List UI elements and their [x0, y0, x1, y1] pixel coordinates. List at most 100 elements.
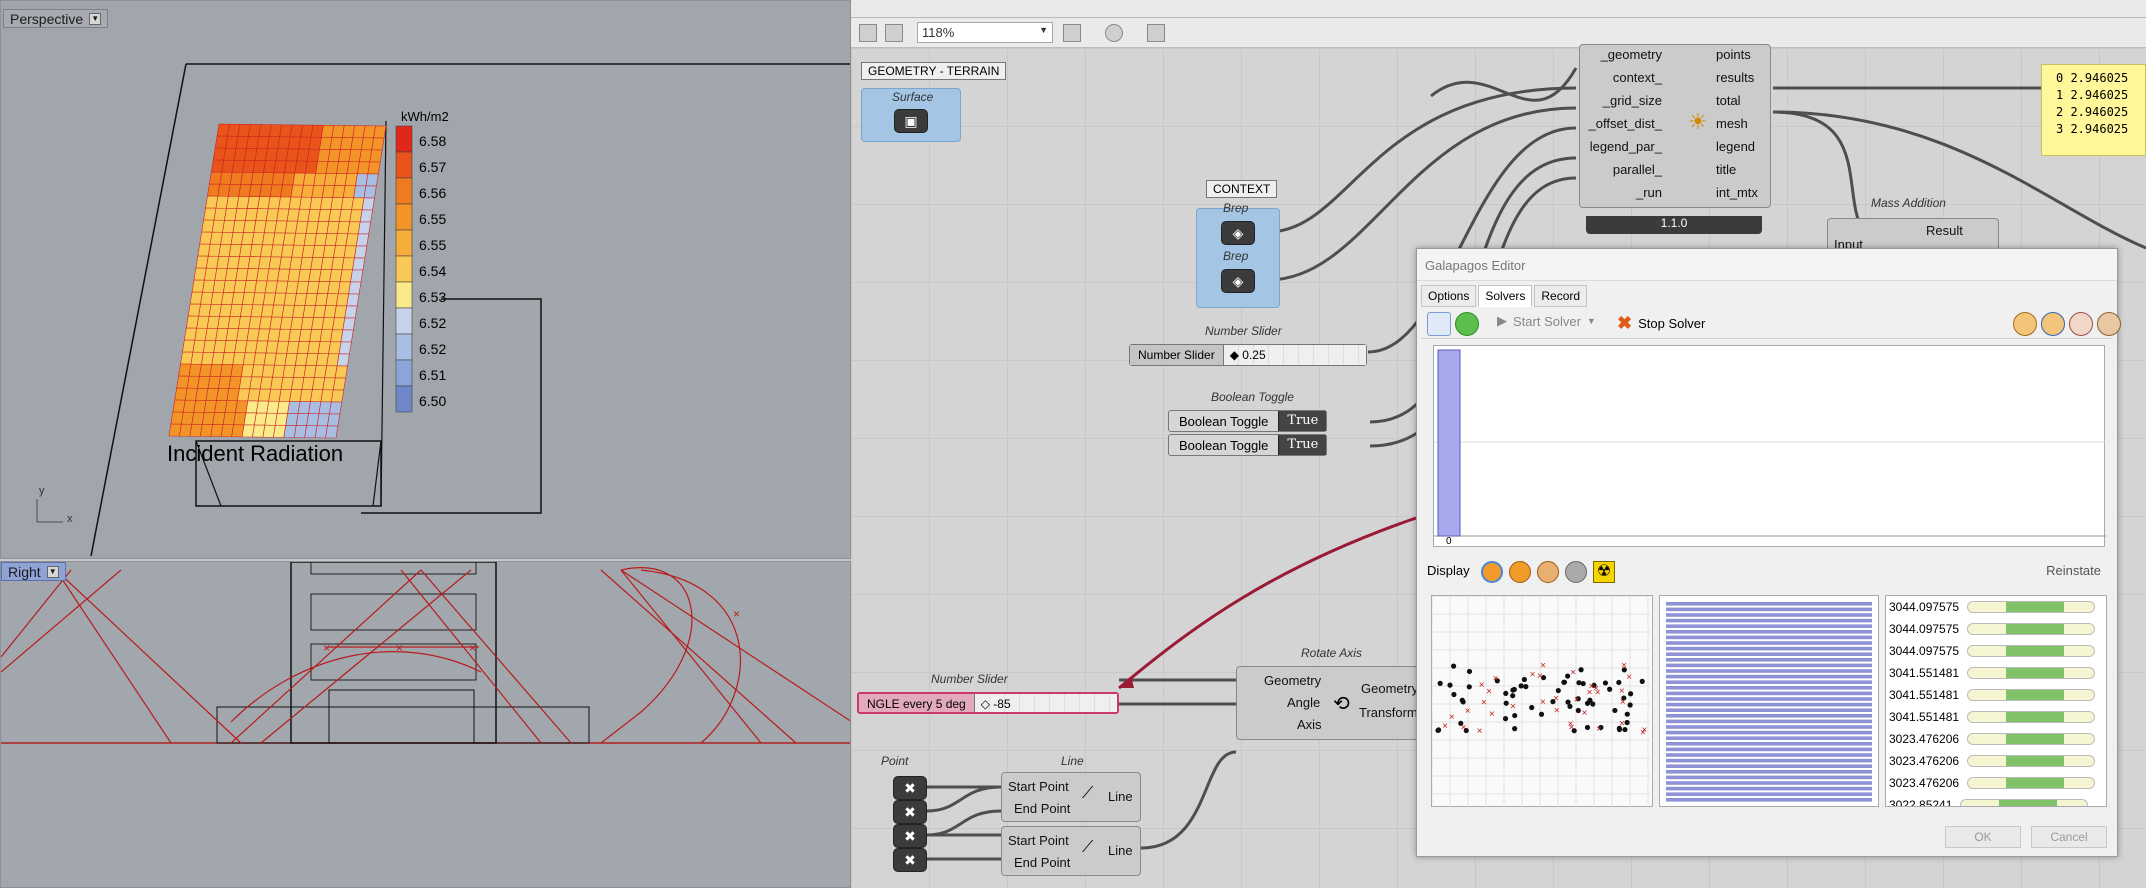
fitness-row[interactable]: 3023.476206: [1886, 750, 2106, 772]
rotate-axis-component[interactable]: Geometry Angle Axis ⟲ Geometry Transform: [1236, 666, 1432, 740]
fitness-row[interactable]: 3023.476206: [1886, 728, 2106, 750]
right-viewport[interactable]: × × × × Right ▼: [0, 561, 851, 888]
gauge-icon[interactable]: [2013, 312, 2037, 336]
line-component-2[interactable]: Start Point End Point ⟋ Line: [1001, 826, 1141, 876]
display-mode-icon[interactable]: [1509, 561, 1531, 583]
ladybug-input-port[interactable]: _grid_size: [1603, 93, 1662, 108]
gauge-icon[interactable]: [2069, 312, 2093, 336]
mass-addition-output[interactable]: Result: [1926, 223, 1963, 238]
line-output[interactable]: Line: [1108, 789, 1133, 804]
perspective-tab[interactable]: Perspective ▼: [3, 9, 109, 28]
toggle-value[interactable]: True: [1278, 411, 1327, 431]
rotate-input-axis[interactable]: Axis: [1297, 717, 1322, 732]
fitness-row[interactable]: 3041.551481: [1886, 706, 2106, 728]
line-component-1[interactable]: Start Point End Point ⟋ Line: [1001, 772, 1141, 822]
legend-swatches: [395, 125, 413, 413]
ladybug-output-port[interactable]: mesh: [1716, 116, 1748, 131]
fitness-row[interactable]: 3023.476206: [1886, 772, 2106, 794]
rotate-input-angle[interactable]: Angle: [1287, 695, 1320, 710]
line-input-start[interactable]: Start Point: [1008, 779, 1069, 794]
rotate-input-geometry[interactable]: Geometry: [1264, 673, 1321, 688]
line-input-start[interactable]: Start Point: [1008, 833, 1069, 848]
ladybug-input-port[interactable]: context_: [1613, 70, 1662, 85]
save-file-icon[interactable]: [885, 24, 903, 42]
ladybug-input-port[interactable]: _run: [1636, 185, 1662, 200]
point-param-icon[interactable]: ✖: [893, 776, 927, 800]
fitness-row[interactable]: 3022.85241: [1886, 794, 2106, 806]
sketch-brush-icon[interactable]: [1147, 24, 1165, 42]
point-param-icon[interactable]: ✖: [893, 824, 927, 848]
fitness-list[interactable]: 3044.097575 3044.097575 3044.097575 3041.55…: [1885, 595, 2107, 807]
evolutionary-solver-icon[interactable]: [1427, 312, 1451, 336]
line-output[interactable]: Line: [1108, 843, 1133, 858]
egg-icon[interactable]: [2097, 312, 2121, 336]
chevron-down-icon[interactable]: ▼: [89, 12, 102, 25]
open-file-icon[interactable]: [859, 24, 877, 42]
genome-point: [1437, 680, 1443, 686]
point-param-icon[interactable]: ✖: [893, 848, 927, 872]
fitness-row[interactable]: 3041.551481: [1886, 684, 2106, 706]
number-slider-angle[interactable]: NGLE every 5 deg ◇ -85: [857, 692, 1119, 714]
genome-point: [1447, 682, 1453, 688]
ladybug-incident-radiation[interactable]: _geometry context_ _grid_size _offset_dist_…: [1579, 44, 1771, 208]
zoom-value: 118%: [922, 25, 955, 40]
number-slider-grid[interactable]: Number Slider ◆ 0.25: [1129, 344, 1367, 366]
generation-bar: [1666, 753, 1872, 757]
legend-swatch: [395, 125, 413, 153]
display-mode-icon[interactable]: [1537, 561, 1559, 583]
slider-value[interactable]: ◆ 0.25: [1223, 345, 1366, 365]
annealing-solver-icon[interactable]: [1455, 312, 1479, 336]
ladybug-input-port[interactable]: parallel_: [1613, 162, 1662, 177]
gauge-icon[interactable]: [2041, 312, 2065, 336]
genome-cross: ×: [1537, 671, 1543, 682]
ladybug-output-port[interactable]: title: [1716, 162, 1736, 177]
ladybug-input-port[interactable]: _offset_dist_: [1589, 116, 1662, 131]
stop-solver-button[interactable]: ✖ Stop Solver: [1617, 313, 1705, 334]
fitness-row[interactable]: 3041.551481: [1886, 662, 2106, 684]
rotate-output-transform[interactable]: Transform: [1359, 705, 1418, 720]
cancel-button[interactable]: Cancel: [2031, 826, 2107, 848]
zoom-select[interactable]: 118% ▼: [917, 22, 1053, 43]
genome-scatter-svg: ×× ××××× ×××××××××××××××××××××××××××: [1431, 595, 1654, 808]
toggle-value[interactable]: True: [1278, 435, 1327, 455]
fitness-row[interactable]: 3044.097575: [1886, 640, 2106, 662]
ladybug-output-port[interactable]: legend: [1716, 139, 1755, 154]
perspective-viewport[interactable]: Perspective ▼ kWh/m2 6.58 6.57 6.56 6.55 6.5…: [0, 0, 851, 559]
ladybug-output-port[interactable]: results: [1716, 70, 1754, 85]
slider-value[interactable]: ◇ -85: [974, 694, 1117, 712]
right-scene: × × × ×: [1, 562, 850, 744]
results-panel[interactable]: 0 2.946025 1 2.946025 2 2.946025 3 2.946…: [2041, 64, 2146, 156]
ladybug-output-port[interactable]: total: [1716, 93, 1741, 108]
boolean-toggle-2[interactable]: Boolean Toggle True: [1168, 434, 1328, 456]
surface-component[interactable]: Surface ▣: [861, 88, 961, 142]
tab-options[interactable]: Options: [1421, 285, 1477, 307]
zoom-extents-icon[interactable]: [1063, 24, 1081, 42]
point-param-icon[interactable]: ✖: [893, 800, 927, 824]
ladybug-input-port[interactable]: legend_par_: [1590, 139, 1662, 154]
legend-value: 6.55: [419, 237, 447, 253]
preview-eye-icon[interactable]: [1105, 24, 1123, 42]
start-solver-button[interactable]: ▶ Start Solver ▼: [1497, 313, 1596, 329]
reinstate-button[interactable]: Reinstate: [2046, 563, 2101, 578]
rotate-output-geometry[interactable]: Geometry: [1361, 681, 1418, 696]
fitness-bar: [1967, 711, 2096, 723]
fitness-row[interactable]: 3044.097575: [1886, 596, 2106, 618]
line-input-end[interactable]: End Point: [1014, 855, 1070, 870]
chevron-down-icon[interactable]: ▼: [46, 565, 59, 578]
line-input-end[interactable]: End Point: [1014, 801, 1070, 816]
display-mode-icon[interactable]: [1565, 561, 1587, 583]
fitness-row[interactable]: 3044.097575: [1886, 618, 2106, 640]
generation-bars: [1659, 595, 1879, 807]
ladybug-input-port[interactable]: _geometry: [1601, 47, 1662, 62]
context-brep-group[interactable]: Brep ◈ Brep ◈: [1196, 201, 1280, 308]
ladybug-output-port[interactable]: points: [1716, 47, 1751, 62]
ok-button[interactable]: OK: [1945, 826, 2021, 848]
right-tab[interactable]: Right ▼: [1, 562, 66, 581]
boolean-toggle-1[interactable]: Boolean Toggle True: [1168, 410, 1328, 432]
tab-record[interactable]: Record: [1534, 285, 1588, 307]
ladybug-output-port[interactable]: int_mtx: [1716, 185, 1758, 200]
galapagos-editor[interactable]: Galapagos Editor Options Solvers Record …: [1416, 248, 2121, 857]
display-mode-icon[interactable]: [1481, 561, 1503, 583]
radiation-icon[interactable]: ☢: [1593, 561, 1615, 583]
tab-solvers[interactable]: Solvers: [1478, 285, 1533, 307]
